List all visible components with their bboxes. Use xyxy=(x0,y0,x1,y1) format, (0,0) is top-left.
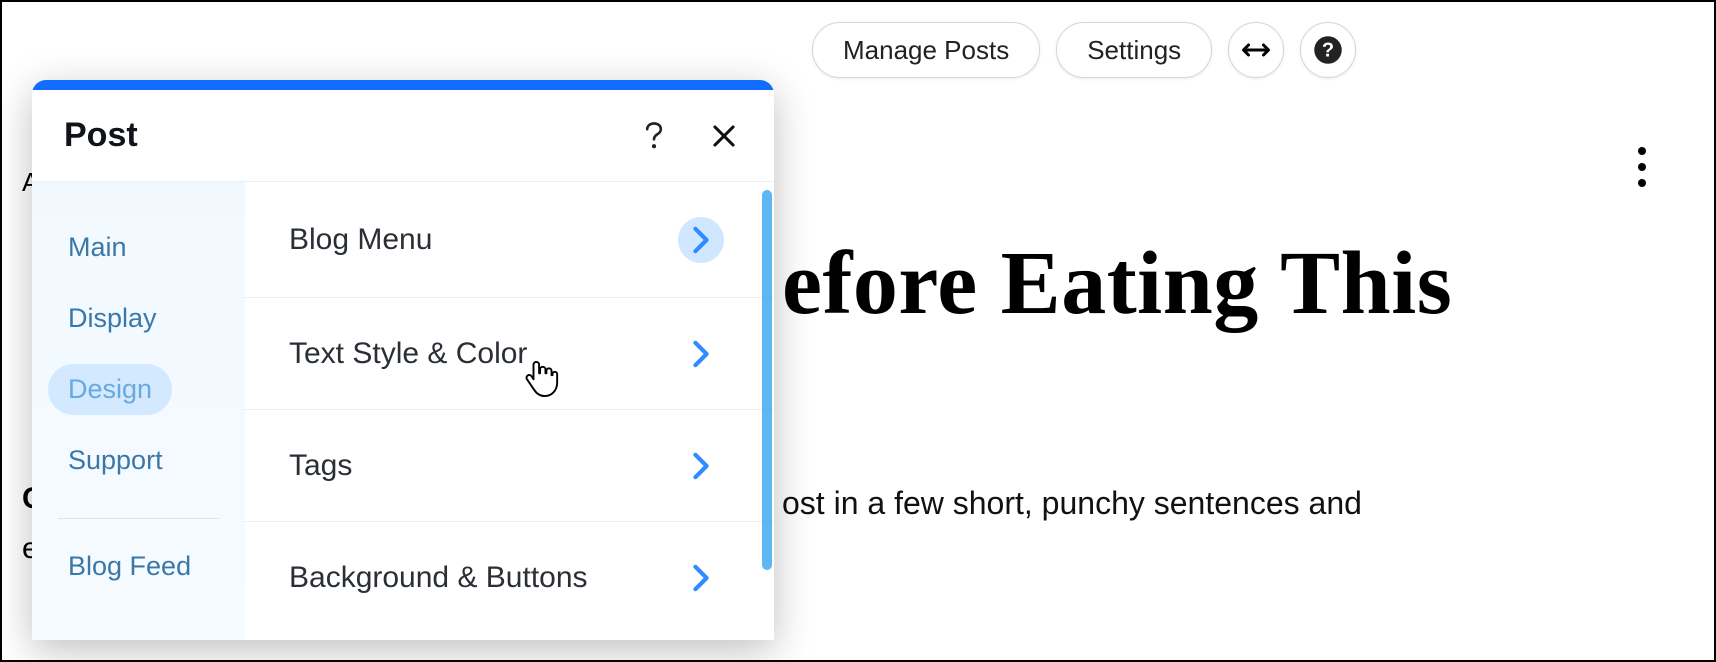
chevron-right-icon xyxy=(678,443,724,489)
option-tags[interactable]: Tags xyxy=(245,410,774,522)
sidebar-item-blog-feed[interactable]: Blog Feed xyxy=(48,541,229,592)
option-background-buttons[interactable]: Background & Buttons xyxy=(245,522,774,634)
chevron-right-icon xyxy=(678,555,724,601)
article-title: efore Eating This xyxy=(782,232,1674,335)
panel-accent-strip xyxy=(32,80,774,90)
top-action-bar: Manage Posts Settings ? xyxy=(812,22,1356,78)
close-icon xyxy=(711,123,737,149)
settings-button[interactable]: Settings xyxy=(1056,22,1212,78)
panel-title: Post xyxy=(64,116,138,155)
sidebar-item-design[interactable]: Design xyxy=(48,364,172,415)
post-settings-panel: Post Main Display Design Support Blog Fe… xyxy=(32,80,774,640)
panel-close-button[interactable] xyxy=(706,118,742,154)
question-mark-icon xyxy=(643,121,665,151)
article-snippet: ost in a few short, punchy sentences and xyxy=(782,485,1674,522)
horizontal-arrows-icon xyxy=(1241,35,1271,65)
chevron-right-icon xyxy=(678,217,724,263)
panel-help-button[interactable] xyxy=(636,118,672,154)
sidebar-item-display[interactable]: Display xyxy=(48,293,177,344)
article-preview: efore Eating This ost in a few short, pu… xyxy=(782,232,1674,522)
more-options-button[interactable] xyxy=(1630,147,1654,187)
option-label: Text Style & Color xyxy=(289,337,527,371)
manage-posts-button[interactable]: Manage Posts xyxy=(812,22,1040,78)
option-text-style-color[interactable]: Text Style & Color xyxy=(245,298,774,410)
svg-text:?: ? xyxy=(1322,39,1334,61)
design-options-list: Blog Menu Text Style & Color Tags Backgr… xyxy=(245,182,774,640)
chevron-right-icon xyxy=(678,331,724,377)
panel-sidebar: Main Display Design Support Blog Feed xyxy=(32,182,245,640)
question-circle-icon: ? xyxy=(1313,35,1343,65)
option-label: Blog Menu xyxy=(289,223,432,257)
help-button[interactable]: ? xyxy=(1300,22,1356,78)
option-label: Tags xyxy=(289,449,352,483)
kebab-dot-icon xyxy=(1638,163,1646,171)
sidebar-divider xyxy=(58,518,219,519)
stretch-button[interactable] xyxy=(1228,22,1284,78)
sidebar-item-main[interactable]: Main xyxy=(48,222,147,273)
kebab-dot-icon xyxy=(1638,179,1646,187)
kebab-dot-icon xyxy=(1638,147,1646,155)
options-scrollbar[interactable] xyxy=(762,190,772,570)
panel-header: Post xyxy=(32,90,774,182)
sidebar-item-support[interactable]: Support xyxy=(48,435,183,486)
option-blog-menu[interactable]: Blog Menu xyxy=(245,182,774,298)
option-label: Background & Buttons xyxy=(289,561,588,595)
